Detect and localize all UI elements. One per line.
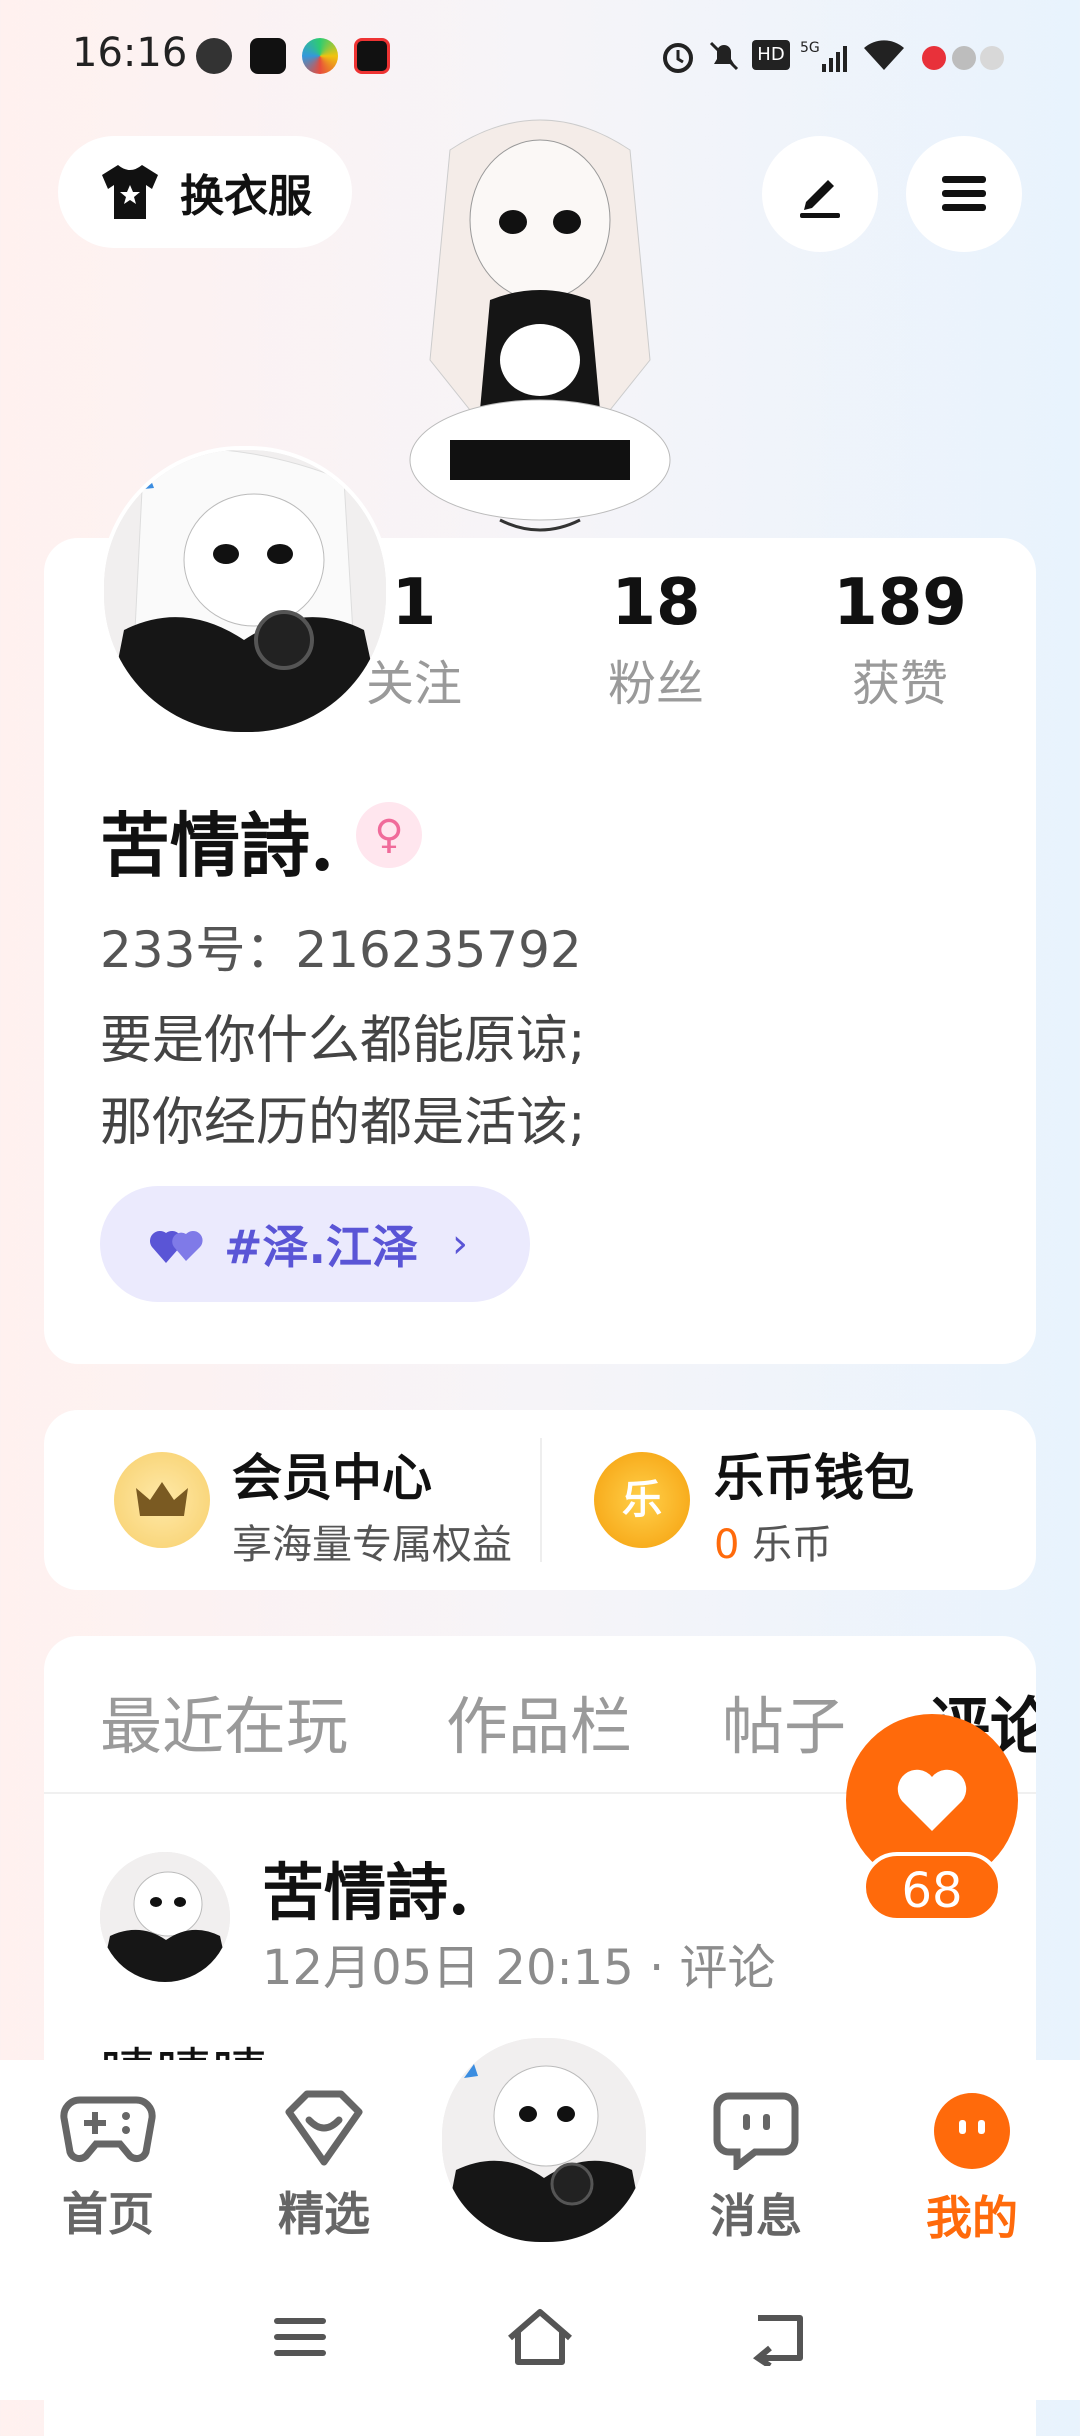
- nav-messages[interactable]: 消息: [676, 2090, 836, 2246]
- center-avatar-image: [442, 2038, 646, 2242]
- wallet-unit: 乐币: [752, 1522, 833, 1568]
- stat-following[interactable]: 1 关注: [334, 566, 494, 714]
- nav-featured[interactable]: 精选: [244, 2090, 404, 2244]
- recent-apps-icon[interactable]: [270, 2312, 330, 2364]
- stat-following-label: 关注: [365, 656, 462, 712]
- pen-icon: [800, 180, 840, 218]
- crown-icon: [114, 1452, 210, 1548]
- nav-me-label: 我的: [926, 2191, 1018, 2245]
- bio-line-2: 那你经历的都是活该;: [100, 1093, 586, 1153]
- profile-uid[interactable]: 233号：216235792: [100, 910, 582, 982]
- screen-record-icon: [354, 38, 390, 74]
- tab-posts[interactable]: 帖子: [722, 1676, 846, 1766]
- comment-author-name: 苦情詩.: [262, 1856, 470, 1929]
- comment-meta: 12月05日 20:15 · 评论: [262, 1940, 776, 1996]
- edit-profile-button[interactable]: [762, 136, 878, 252]
- stat-likes-label: 获赞: [851, 656, 948, 712]
- gamepad-icon: [60, 2096, 156, 2162]
- tag-chip[interactable]: #泽.江泽 ›: [100, 1186, 530, 1302]
- wallet-balance: 0 乐币: [714, 1512, 832, 1570]
- tag-label: #泽.江泽: [224, 1220, 419, 1274]
- nav-messages-label: 消息: [710, 2189, 802, 2243]
- nav-featured-label: 精选: [278, 2187, 370, 2241]
- stat-following-value: 1: [391, 566, 437, 640]
- menu-button[interactable]: [906, 136, 1022, 252]
- character-avatar-model[interactable]: [380, 110, 700, 540]
- change-outfit-label: 换衣服: [180, 171, 312, 222]
- back-icon[interactable]: [748, 2310, 812, 2366]
- stat-likes[interactable]: 189 获赞: [820, 566, 980, 714]
- nav-home-label: 首页: [62, 2187, 154, 2241]
- tshirt-icon: [102, 165, 158, 219]
- comment-author-avatar[interactable]: [100, 1852, 230, 1982]
- member-center-entry[interactable]: 会员中心 享海量专属权益: [44, 1410, 540, 1590]
- 5g-signal-icon: 5G: [800, 40, 847, 72]
- record-dot-red: [922, 46, 946, 70]
- double-heart-icon: [150, 1230, 203, 1263]
- comment-avatar-image: [100, 1852, 230, 1982]
- coin-icon: 乐: [594, 1452, 690, 1548]
- svg-text:5G: 5G: [800, 40, 820, 56]
- wallet-entry[interactable]: 乐 乐币钱包 0 乐币: [542, 1410, 1036, 1590]
- wifi-icon: [864, 40, 904, 70]
- female-gender-icon: ♀: [356, 802, 422, 868]
- alarm-icon: [663, 43, 693, 73]
- app-notification-icon-2: [302, 38, 338, 74]
- hd-icon: HD: [752, 40, 790, 70]
- smiley-face-icon: [934, 2093, 1010, 2169]
- member-center-subtitle: 享海量专属权益: [232, 1522, 512, 1568]
- home-icon[interactable]: [504, 2306, 576, 2366]
- stat-followers-value: 18: [611, 566, 701, 640]
- mute-icon: [709, 41, 739, 71]
- wallet-title: 乐币钱包: [714, 1449, 914, 1507]
- wallet-amount: 0: [714, 1522, 740, 1568]
- stat-followers-label: 粉丝: [607, 656, 704, 712]
- member-center-title: 会员中心: [232, 1449, 432, 1507]
- heart-icon: [897, 1769, 967, 1831]
- tab-works[interactable]: 作品栏: [446, 1676, 632, 1766]
- change-outfit-button[interactable]: 换衣服: [58, 136, 352, 248]
- status-time: 16:16: [72, 30, 188, 76]
- nav-home[interactable]: 首页: [28, 2090, 188, 2244]
- status-bar: 16:16 HD 5G: [0, 0, 1080, 110]
- tab-recent-play[interactable]: 最近在玩: [100, 1676, 348, 1766]
- profile-name: 苦情詩.: [100, 804, 335, 887]
- chevron-right-icon: ›: [452, 1221, 469, 1267]
- profile-bio: 要是你什么都能原谅; 那你经历的都是活该;: [100, 1000, 586, 1164]
- nav-center-avatar[interactable]: [438, 2034, 650, 2246]
- message-bubble-icon: [713, 2092, 799, 2174]
- record-dot-gray-2: [980, 46, 1004, 70]
- stat-followers[interactable]: 18 粉丝: [576, 566, 736, 714]
- app-notification-icon: [196, 38, 232, 74]
- nav-me[interactable]: 我的: [892, 2090, 1052, 2248]
- like-count-badge: 68: [862, 1852, 1002, 1922]
- heart-chat-icon: [285, 2090, 363, 2166]
- system-nav-bar: [0, 2280, 1080, 2400]
- hamburger-menu-icon: [942, 176, 986, 211]
- record-dot-gray: [952, 46, 976, 70]
- tiktok-icon: [250, 38, 286, 74]
- stat-likes-value: 189: [833, 566, 967, 640]
- bio-line-1: 要是你什么都能原谅;: [100, 1011, 586, 1071]
